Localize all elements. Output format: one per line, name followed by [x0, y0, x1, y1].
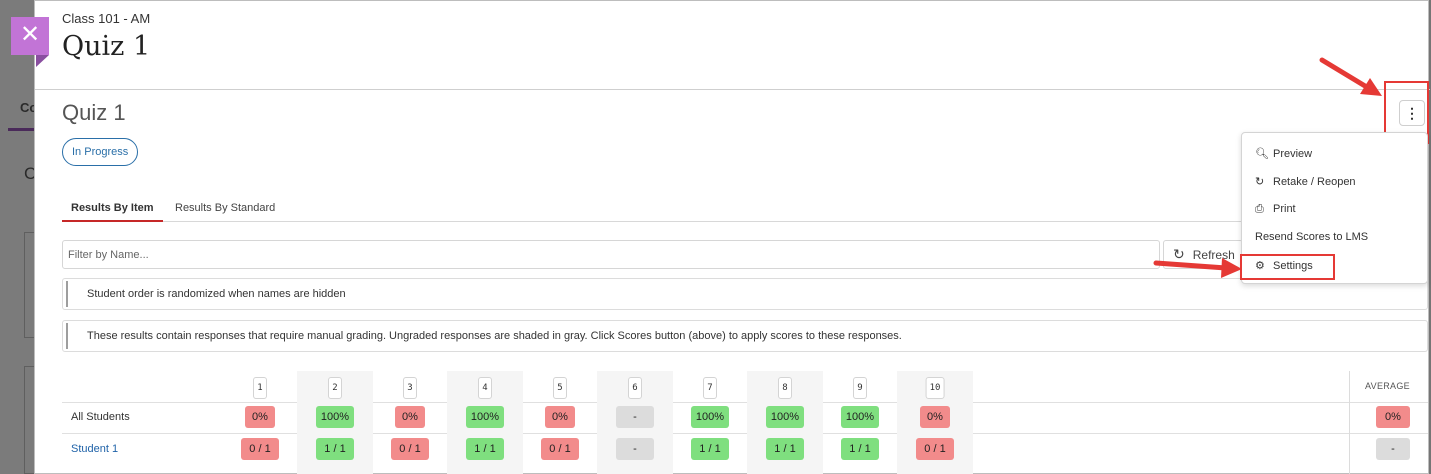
highlight-box	[1240, 254, 1335, 280]
item-number-header[interactable]: 9	[853, 377, 867, 399]
score-cell[interactable]: 0 / 1	[916, 438, 954, 460]
item-number-header[interactable]: 6	[628, 377, 642, 399]
menu-item-preview[interactable]: 🔍︎ Preview	[1255, 147, 1312, 160]
menu-item-label: Retake / Reopen	[1273, 176, 1356, 188]
average-header: AVERAGE	[1365, 381, 1410, 391]
score-cell[interactable]: 0%	[395, 406, 425, 428]
callout-arrow	[1319, 57, 1382, 96]
item-number-header[interactable]: 3	[403, 377, 417, 399]
score-cell[interactable]: 1 / 1	[841, 438, 879, 460]
page-title: Quiz 1	[62, 31, 151, 62]
score-cell[interactable]: 0 / 1	[241, 438, 279, 460]
item-column: 10 0% 0 / 1	[897, 371, 973, 474]
class-name: Class 101 - AM	[62, 11, 151, 26]
item-column: 8 100% 1 / 1	[747, 371, 823, 474]
item-number-header[interactable]: 5	[553, 377, 567, 399]
quiz-results-panel: Class 101 - AM Quiz 1 Quiz 1 In Progress…	[34, 0, 1430, 474]
notice-randomized-order: Student order is randomized when names a…	[62, 278, 1428, 310]
menu-item-label: Preview	[1273, 148, 1313, 160]
average-cell: -	[1376, 438, 1410, 460]
refresh-icon: ↻	[1255, 176, 1265, 188]
score-cell[interactable]: 100%	[316, 406, 354, 428]
results-tabs: Results By Item Results By Standard	[62, 196, 1428, 222]
item-number-header[interactable]: 8	[778, 377, 792, 399]
item-column: 7 100% 1 / 1	[672, 371, 748, 474]
item-number-header[interactable]: 2	[328, 377, 342, 399]
score-cell[interactable]: 100%	[466, 406, 504, 428]
quiz-title: Quiz 1	[62, 100, 126, 125]
score-cell[interactable]: 100%	[691, 406, 729, 428]
menu-item-retake-reopen[interactable]: ↻ Retake / Reopen	[1255, 175, 1356, 188]
status-badge: In Progress	[62, 138, 139, 166]
average-divider	[1349, 371, 1350, 474]
item-number-header[interactable]: 4	[478, 377, 492, 399]
close-button-fold	[36, 55, 49, 67]
menu-item-label: Print	[1273, 203, 1296, 215]
menu-item-label: Resend Scores to LMS	[1255, 231, 1369, 243]
menu-item-resend-scores[interactable]: Resend Scores to LMS	[1255, 231, 1368, 243]
average-cell: 0%	[1376, 406, 1410, 428]
notice-accent-bar	[66, 281, 68, 307]
notice-text: These results contain responses that req…	[87, 330, 902, 342]
item-number-header[interactable]: 1	[253, 377, 267, 399]
item-column: 5 0% 0 / 1	[522, 371, 598, 474]
score-cell[interactable]: 0 / 1	[391, 438, 429, 460]
row-label-all-students: All Students	[71, 411, 130, 423]
item-column: 9 100% 1 / 1	[822, 371, 898, 474]
score-cell[interactable]: 100%	[841, 406, 879, 428]
score-cell[interactable]: -	[616, 438, 654, 460]
notice-text: Student order is randomized when names a…	[87, 288, 346, 300]
score-cell[interactable]: 100%	[766, 406, 804, 428]
item-column: 3 0% 0 / 1	[372, 371, 448, 474]
score-cell[interactable]: 0%	[920, 406, 950, 428]
header-divider	[35, 89, 1430, 90]
score-cell[interactable]: 0%	[245, 406, 275, 428]
close-button[interactable]: ✕	[11, 17, 49, 55]
notice-accent-bar	[66, 323, 68, 349]
callout-arrow	[1153, 258, 1242, 278]
score-cell[interactable]: 1 / 1	[766, 438, 804, 460]
item-column: 4 100% 1 / 1	[447, 371, 523, 474]
tab-results-by-item[interactable]: Results By Item	[62, 196, 163, 222]
background-tab-underline	[8, 128, 34, 131]
close-icon: ✕	[19, 21, 41, 48]
menu-item-print[interactable]: ⎙ Print	[1255, 203, 1296, 216]
item-column: 6 - -	[597, 371, 673, 474]
score-cell[interactable]: 0%	[545, 406, 575, 428]
printer-icon: ⎙	[1255, 203, 1264, 215]
search-icon: 🔍︎	[1255, 148, 1269, 160]
item-number-header[interactable]: 10	[925, 377, 945, 399]
score-cell[interactable]: -	[616, 406, 654, 428]
score-cell[interactable]: 1 / 1	[691, 438, 729, 460]
score-cell[interactable]: 1 / 1	[316, 438, 354, 460]
score-cell[interactable]: 1 / 1	[466, 438, 504, 460]
results-grid: All Students Student 1 AVERAGE 1 0% 0 / 1 2…	[62, 371, 1428, 474]
notice-manual-grading: These results contain responses that req…	[62, 320, 1428, 352]
student-link[interactable]: Student 1	[71, 443, 118, 455]
tab-results-by-standard[interactable]: Results By Standard	[175, 196, 275, 222]
filter-by-name-input[interactable]	[62, 240, 1160, 269]
item-column: 2 100% 1 / 1	[297, 371, 373, 474]
score-cell[interactable]: 0 / 1	[541, 438, 579, 460]
item-number-header[interactable]: 7	[703, 377, 717, 399]
item-column: 1 0% 0 / 1	[222, 371, 298, 474]
